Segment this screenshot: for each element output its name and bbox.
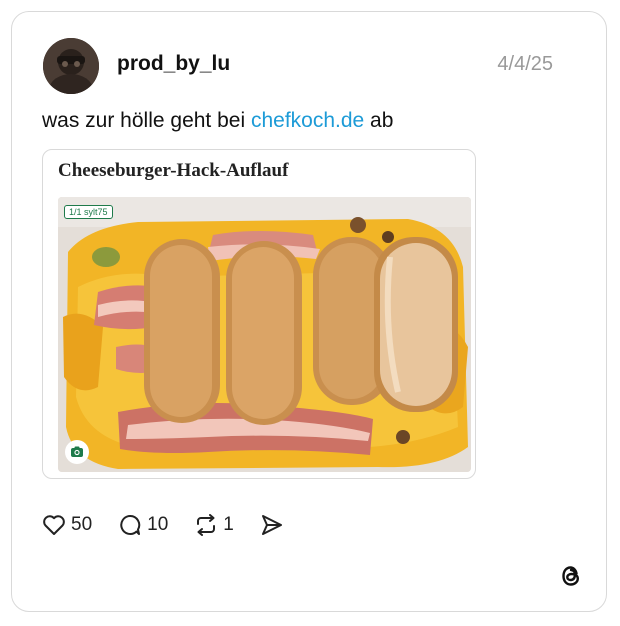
link-preview-title: Cheeseburger-Hack-Auflauf	[58, 160, 289, 181]
repost-button[interactable]: 1	[194, 514, 234, 536]
repost-count: 1	[223, 514, 234, 535]
post-text: was zur hölle geht bei chefkoch.de ab	[42, 109, 393, 133]
like-button[interactable]: 50	[42, 514, 92, 536]
repost-icon	[197, 514, 216, 536]
comment-icon	[120, 514, 141, 535]
threads-logo-icon[interactable]	[558, 563, 584, 589]
username[interactable]: prod_by_lu	[117, 52, 230, 76]
heart-icon	[43, 515, 65, 535]
avatar[interactable]	[43, 38, 99, 94]
camera-icon[interactable]	[65, 440, 89, 464]
post-date[interactable]: 4/4/25	[497, 53, 553, 76]
link-preview-card[interactable]: Cheeseburger-Hack-Auflauf 1/1 sylt75	[42, 149, 476, 479]
action-bar: 50 10 1	[42, 512, 315, 538]
post-text-before: was zur hölle geht bei	[42, 109, 251, 132]
share-button[interactable]	[260, 514, 289, 536]
send-icon	[261, 515, 282, 535]
post-card[interactable]: prod_by_lu 4/4/25 was zur hölle geht bei…	[11, 11, 607, 612]
like-count: 50	[71, 514, 93, 535]
photo-credit-badge: 1/1 sylt75	[64, 205, 113, 219]
reply-count: 10	[147, 514, 169, 535]
recipe-photo: 1/1 sylt75	[58, 197, 471, 472]
post-text-after: ab	[364, 109, 394, 132]
reply-button[interactable]: 10	[118, 514, 168, 536]
post-link[interactable]: chefkoch.de	[251, 109, 364, 132]
